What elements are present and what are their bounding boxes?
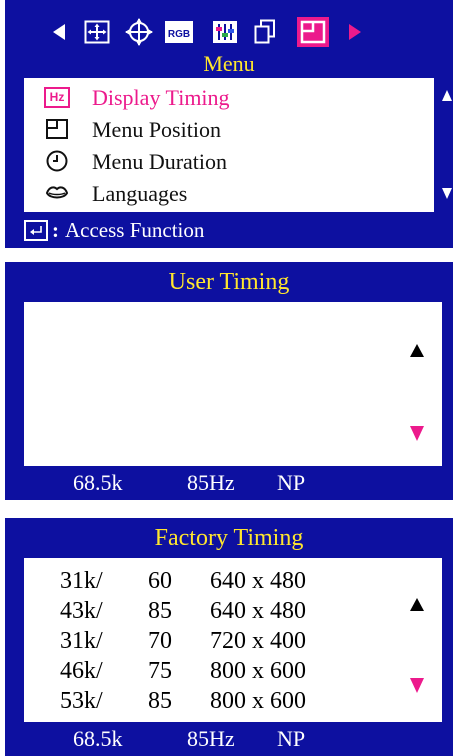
sync-polarity: NP (277, 470, 306, 495)
color-adjust-icon[interactable] (211, 18, 239, 46)
separator: : (52, 218, 59, 242)
v-freq: 70 (148, 628, 172, 654)
clock-icon (44, 150, 70, 172)
vertical-frequency: 85Hz (187, 470, 235, 495)
geometry-icon[interactable] (125, 18, 153, 46)
factory-timing-title: Factory Timing (154, 525, 304, 551)
timing-status-bar: 68.5k 85Hz NP (5, 724, 453, 754)
user-timing-panel: User Timing 68.5k 85Hz NP (5, 262, 453, 500)
h-freq: 53k/ (60, 688, 103, 714)
menu-item-menu-duration[interactable]: Menu Duration (24, 145, 434, 177)
timing-row[interactable]: 46k/ 75 800 x 600 (24, 656, 442, 686)
menu-position-icon (44, 118, 70, 140)
scroll-up-icon[interactable] (410, 598, 424, 611)
timing-row[interactable]: 53k/ 85 800 x 600 (24, 686, 442, 716)
v-freq: 75 (148, 658, 172, 684)
v-freq: 60 (148, 568, 172, 594)
copy-icon[interactable] (251, 18, 279, 46)
h-freq: 31k/ (60, 568, 103, 594)
menu-item-languages[interactable]: Languages (24, 177, 434, 209)
horizontal-frequency: 68.5k (73, 470, 123, 495)
menu-item-menu-position[interactable]: Menu Position (24, 113, 434, 145)
scroll-down-icon[interactable] (410, 426, 424, 441)
scroll-up-icon[interactable] (410, 344, 424, 357)
osd-icon-bar: RGB (5, 14, 453, 50)
h-freq: 46k/ (60, 658, 103, 684)
timing-row[interactable]: 31k/ 70 720 x 400 (24, 626, 442, 656)
v-freq: 85 (148, 598, 172, 624)
scroll-down-icon[interactable] (410, 678, 424, 693)
resolution: 800 x 600 (210, 658, 306, 684)
menu-panel: RGB Menu Hz Display Timing Menu Position (5, 0, 453, 248)
right-arrow-icon[interactable] (341, 18, 369, 46)
position-move-icon[interactable] (83, 18, 111, 46)
menu-item-label: Menu Duration (92, 149, 228, 174)
scroll-up-icon[interactable] (442, 90, 452, 101)
h-freq: 31k/ (60, 628, 103, 654)
left-arrow-icon[interactable] (45, 18, 73, 46)
user-timing-list (24, 302, 442, 466)
v-freq: 85 (148, 688, 172, 714)
resolution: 800 x 600 (210, 688, 306, 714)
resolution: 720 x 400 (210, 628, 306, 654)
timing-row[interactable]: 31k/ 60 640 x 480 (24, 566, 442, 596)
resolution: 640 x 480 (210, 568, 306, 594)
horizontal-frequency: 68.5k (73, 726, 123, 751)
menu-item-label: Display Timing (92, 85, 230, 110)
factory-timing-list: 31k/ 60 640 x 480 43k/ 85 640 x 480 31k/… (24, 558, 442, 722)
menu-title: Menu (203, 51, 255, 76)
menu-list: Hz Display Timing Menu Position Menu Dur… (24, 78, 434, 212)
factory-timing-panel: Factory Timing 31k/ 60 640 x 480 43k/ 85… (5, 518, 453, 756)
lips-icon (44, 182, 70, 204)
enter-icon (24, 219, 48, 241)
h-freq: 43k/ (60, 598, 103, 624)
timing-row[interactable]: 43k/ 85 640 x 480 (24, 596, 442, 626)
access-function-hint: : Access Function (24, 216, 204, 244)
access-function-label: Access Function (65, 218, 205, 242)
menu-item-label: Languages (92, 181, 188, 206)
vertical-frequency: 85Hz (187, 726, 235, 751)
rgb-icon-text: RGB (168, 29, 190, 40)
timing-status-bar: 68.5k 85Hz NP (5, 468, 453, 498)
rgb-color-icon[interactable]: RGB (165, 18, 193, 46)
sync-polarity: NP (277, 726, 306, 751)
menu-setup-icon[interactable] (297, 17, 329, 47)
menu-item-label: Menu Position (92, 117, 221, 142)
menu-item-display-timing[interactable]: Hz Display Timing (24, 81, 434, 113)
scroll-down-icon[interactable] (442, 188, 452, 199)
resolution: 640 x 480 (210, 598, 306, 624)
hz-icon: Hz (44, 86, 70, 108)
user-timing-title: User Timing (168, 269, 290, 295)
